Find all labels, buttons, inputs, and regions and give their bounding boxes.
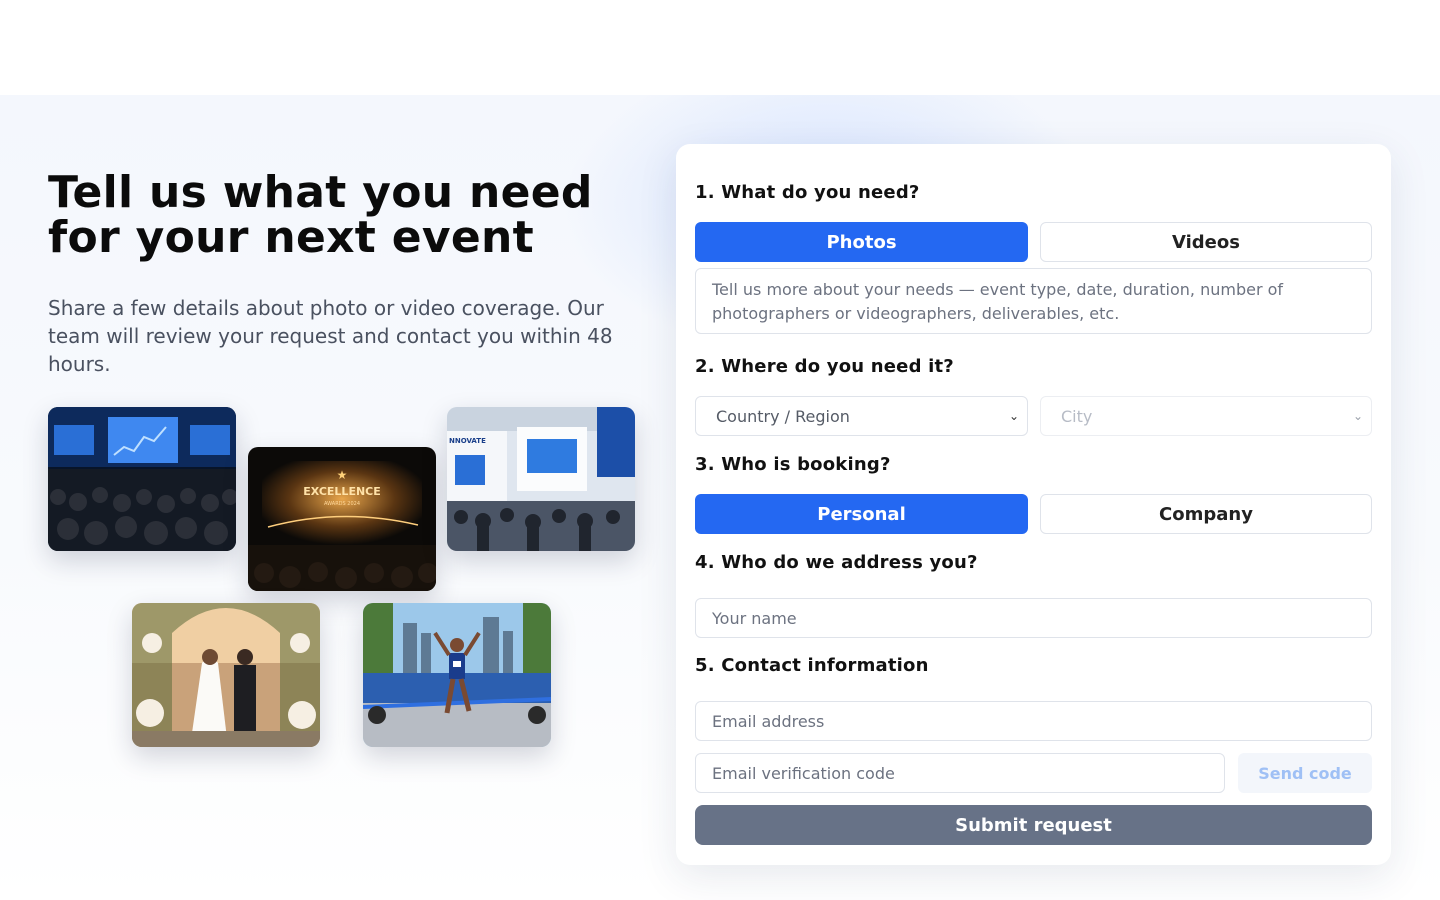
submit-request-button[interactable]: Submit request <box>695 805 1372 845</box>
city-select[interactable]: City ⌄ <box>1040 396 1372 436</box>
chevron-down-icon: ⌄ <box>1352 409 1363 423</box>
country-select[interactable]: Country / Region ⌄ <box>695 396 1028 436</box>
request-form-card: 1. What do you need? Photos Videos Tell … <box>676 144 1391 865</box>
question-location: 2. Where do you need it? <box>695 356 954 377</box>
question-booker: 3. Who is booking? <box>695 454 891 475</box>
marathon-photo <box>363 603 551 747</box>
wedding-photo <box>132 603 320 747</box>
verification-code-input[interactable]: Email verification code <box>695 753 1225 793</box>
name-input[interactable]: Your name <box>695 598 1372 638</box>
title-line-1: Tell us what you need <box>48 167 593 218</box>
question-need: 1. What do you need? <box>695 182 920 203</box>
awards-photo: ★ EXCELLENCE AWARDS 2024 <box>248 447 436 591</box>
hero-description: Share a few details about photo or video… <box>48 296 613 376</box>
conference-photo <box>48 407 236 551</box>
photos-option-button[interactable]: Photos <box>695 222 1028 262</box>
title-line-2: for your next event <box>48 212 534 263</box>
company-option-button[interactable]: Company <box>1040 494 1372 534</box>
chevron-down-icon: ⌄ <box>1008 409 1019 423</box>
country-select-value: Country / Region <box>716 406 850 426</box>
svg-text:★: ★ <box>337 468 348 482</box>
needs-details-textarea[interactable]: Tell us more about your needs — event ty… <box>695 268 1372 334</box>
name-input-placeholder: Your name <box>712 608 797 628</box>
email-input-placeholder: Email address <box>712 711 825 731</box>
hero-intro: Tell us what you need for your next even… <box>48 170 638 378</box>
send-code-button[interactable]: Send code <box>1238 753 1372 793</box>
awards-sign-sub: AWARDS 2024 <box>324 501 360 507</box>
expo-sign-text: NNOVATE <box>449 437 486 445</box>
awards-sign-text: EXCELLENCE <box>303 485 381 498</box>
verification-code-placeholder: Email verification code <box>712 763 895 783</box>
email-input[interactable]: Email address <box>695 701 1372 741</box>
question-contact: 5. Contact information <box>695 655 929 676</box>
page-title: Tell us what you need for your next even… <box>48 170 638 260</box>
needs-details-placeholder: Tell us more about your needs — event ty… <box>712 280 1284 323</box>
city-select-value: City <box>1061 406 1093 426</box>
personal-option-button[interactable]: Personal <box>695 494 1028 534</box>
videos-option-button[interactable]: Videos <box>1040 222 1372 262</box>
expo-photo: NNOVATE <box>447 407 635 551</box>
question-name: 4. Who do we address you? <box>695 552 978 573</box>
